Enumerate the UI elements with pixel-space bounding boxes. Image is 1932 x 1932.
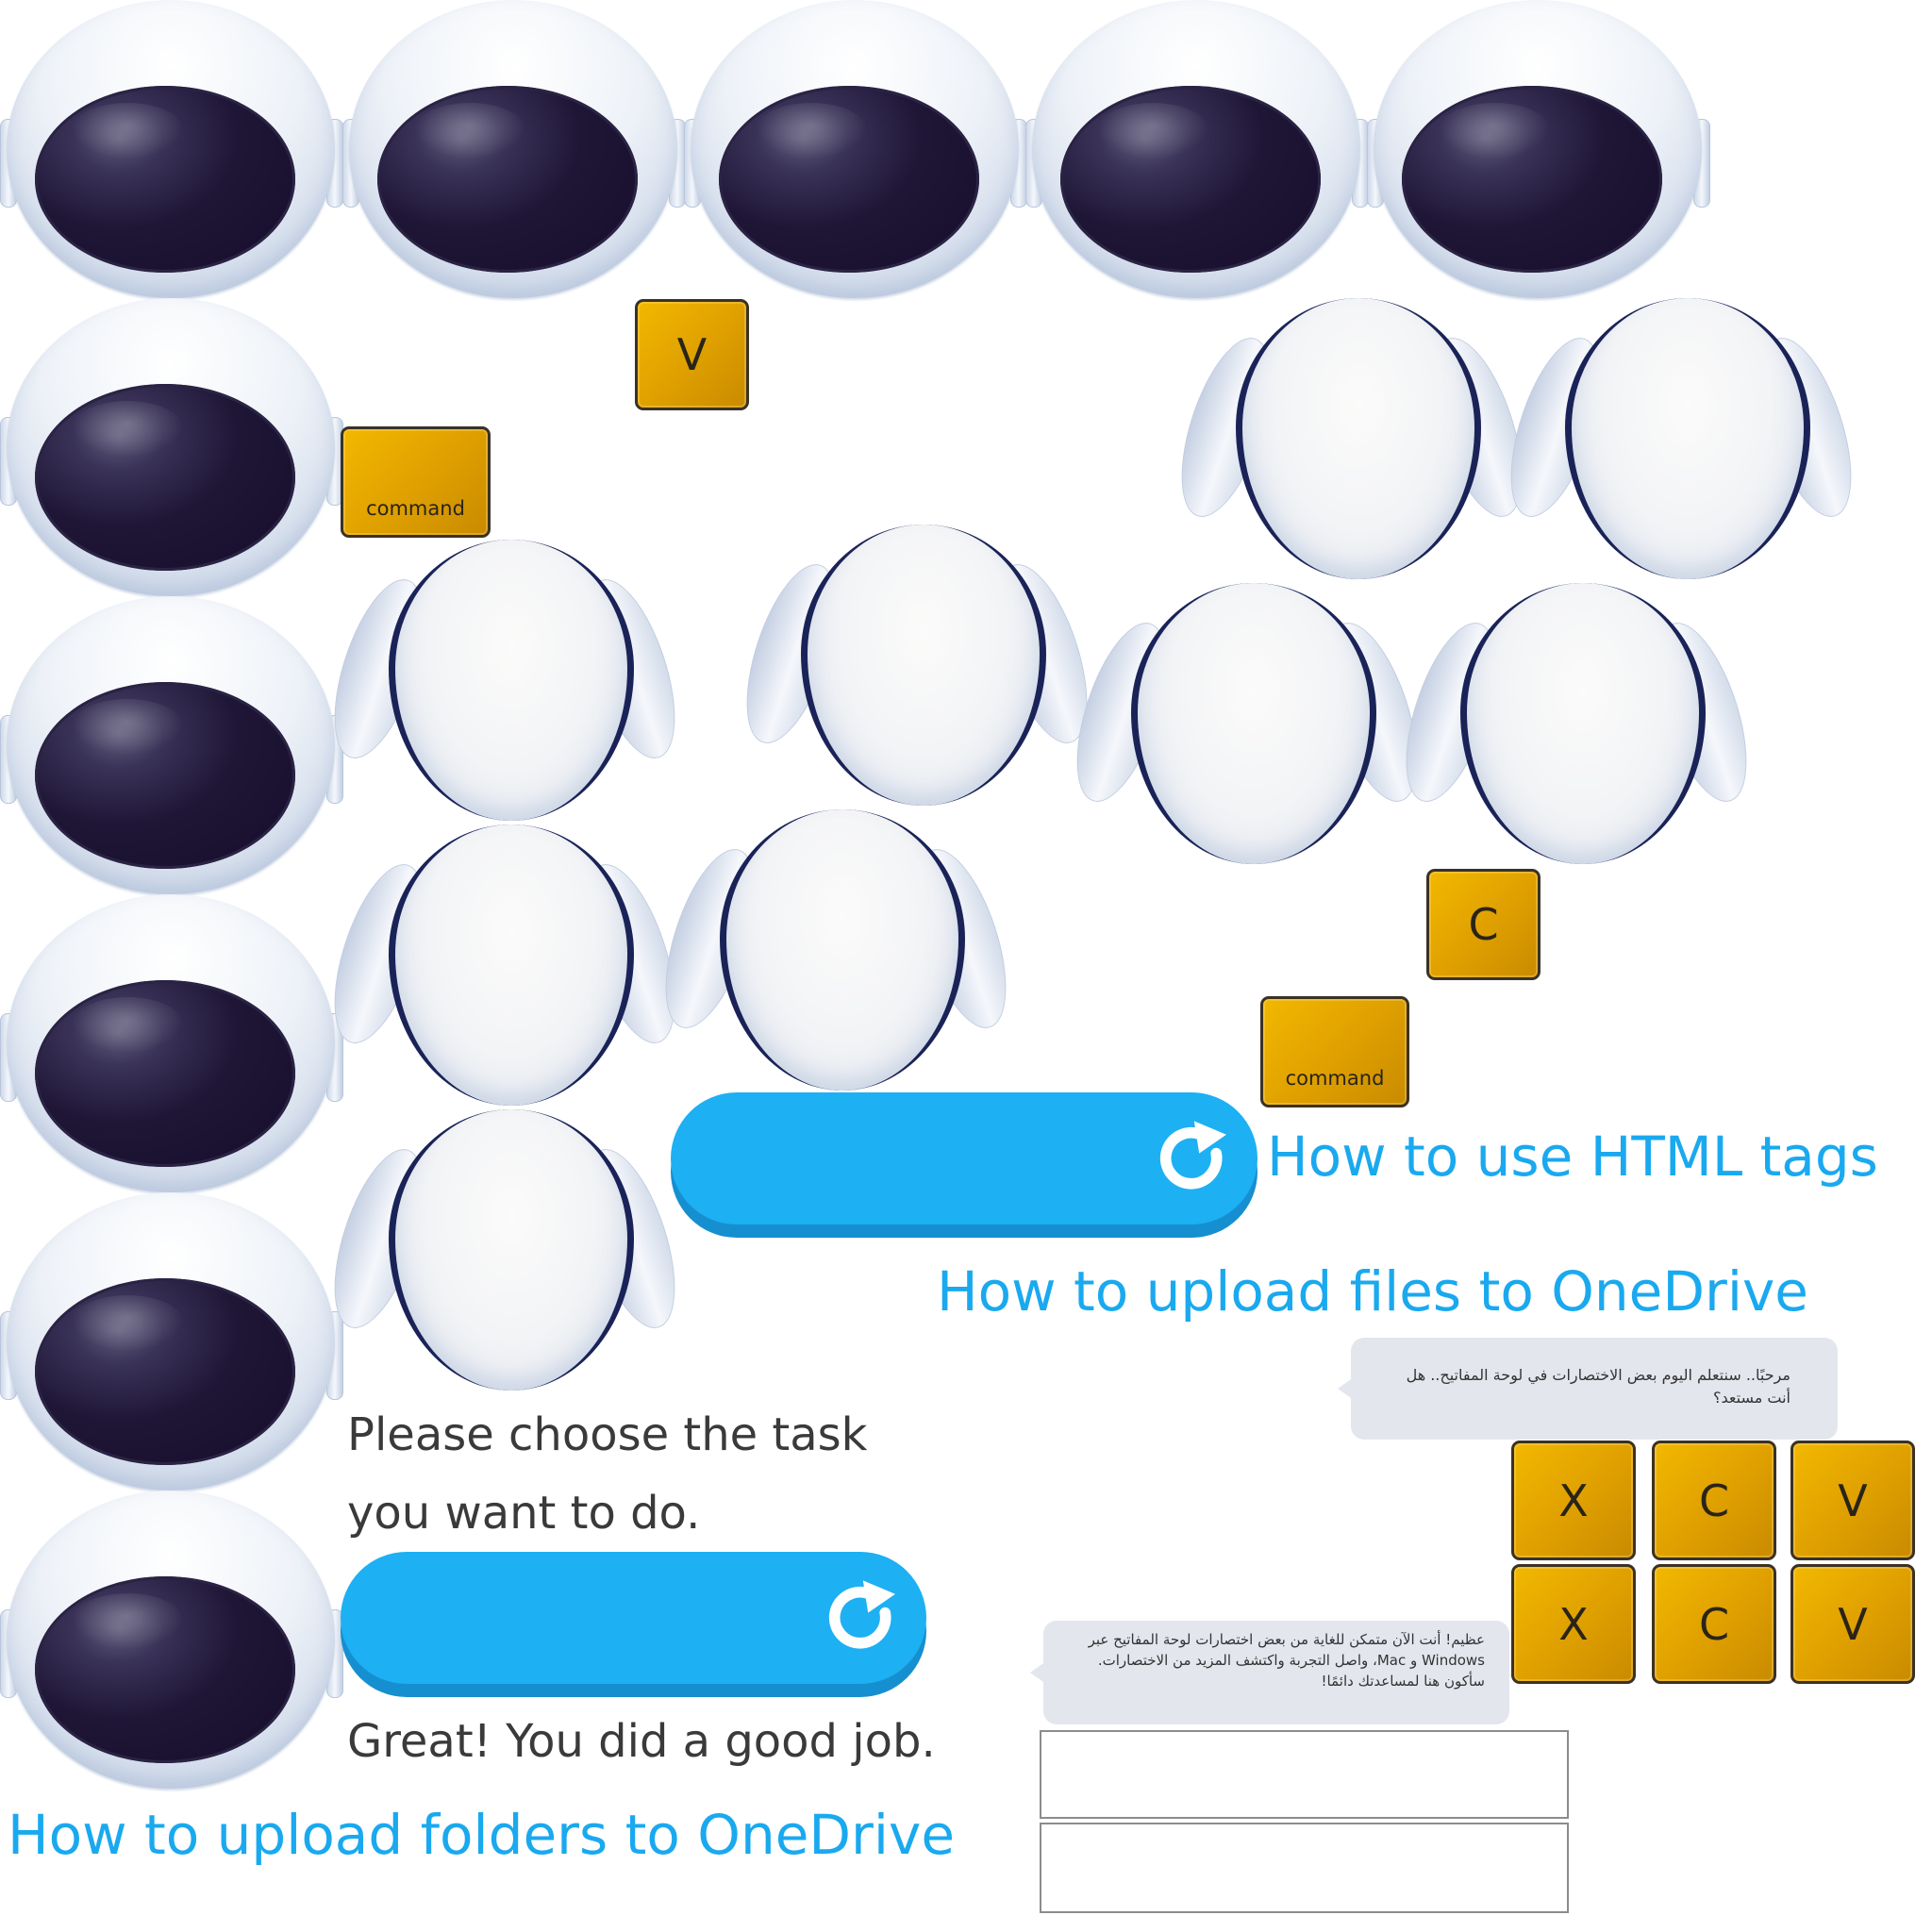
robot-helmet-icon	[0, 894, 343, 1196]
upload-files-title: How to upload files to OneDrive	[937, 1259, 1808, 1324]
restart-icon	[1159, 1121, 1226, 1190]
robot-head-back-icon	[316, 540, 693, 823]
key-v[interactable]: V	[1790, 1441, 1915, 1560]
key-command[interactable]: command	[1260, 996, 1409, 1108]
empty-box	[1040, 1823, 1569, 1913]
robot-helmet-icon	[0, 596, 343, 898]
robot-head-back-icon	[316, 1109, 693, 1392]
choose-task-line2: you want to do.	[347, 1487, 701, 1540]
robot-head-back-icon	[1163, 298, 1541, 581]
robot-helmet-icon	[0, 0, 343, 302]
robot-head-back-icon	[316, 824, 693, 1108]
welcome-bubble-text: مرحبًا.. سنتعلم اليوم بعض الاختصارات في …	[1406, 1366, 1790, 1407]
robot-helmet-icon	[0, 1192, 343, 1494]
robot-helmet-icon	[684, 0, 1027, 302]
key-c[interactable]: C	[1426, 869, 1541, 980]
robot-head-back-icon	[728, 525, 1106, 808]
robot-helmet-icon	[1025, 0, 1369, 302]
key-x[interactable]: X	[1511, 1441, 1636, 1560]
empty-box	[1040, 1730, 1569, 1819]
restart-button[interactable]	[341, 1552, 926, 1684]
key-v[interactable]: V	[635, 299, 749, 410]
robot-helmet-icon	[0, 298, 343, 600]
robot-head-back-icon	[1492, 298, 1870, 581]
finish-speech-bubble: عظيم! أنت الآن متمكن للغاية من بعض اختصا…	[1030, 1621, 1509, 1724]
robot-helmet-icon	[0, 1491, 343, 1792]
robot-helmet-icon	[1367, 0, 1710, 302]
great-job-text: Great! You did a good job.	[347, 1715, 936, 1768]
upload-folders-title: How to upload folders to OneDrive	[8, 1803, 956, 1867]
choose-task-line1: Please choose the task	[347, 1408, 868, 1461]
welcome-speech-bubble: مرحبًا.. سنتعلم اليوم بعض الاختصارات في …	[1338, 1338, 1838, 1440]
robot-head-back-icon	[647, 809, 1024, 1092]
key-c[interactable]: C	[1652, 1564, 1776, 1684]
restart-button[interactable]	[671, 1092, 1257, 1224]
robot-helmet-icon	[342, 0, 686, 302]
restart-icon	[828, 1580, 895, 1649]
key-command[interactable]: command	[341, 426, 491, 538]
robot-head-back-icon	[1058, 583, 1436, 866]
robot-head-back-icon	[1388, 583, 1765, 866]
html-tags-title: How to use HTML tags	[1267, 1124, 1878, 1189]
key-v[interactable]: V	[1790, 1564, 1915, 1684]
key-x[interactable]: X	[1511, 1564, 1636, 1684]
key-c[interactable]: C	[1652, 1441, 1776, 1560]
finish-bubble-text: عظيم! أنت الآن متمكن للغاية من بعض اختصا…	[1088, 1631, 1485, 1690]
